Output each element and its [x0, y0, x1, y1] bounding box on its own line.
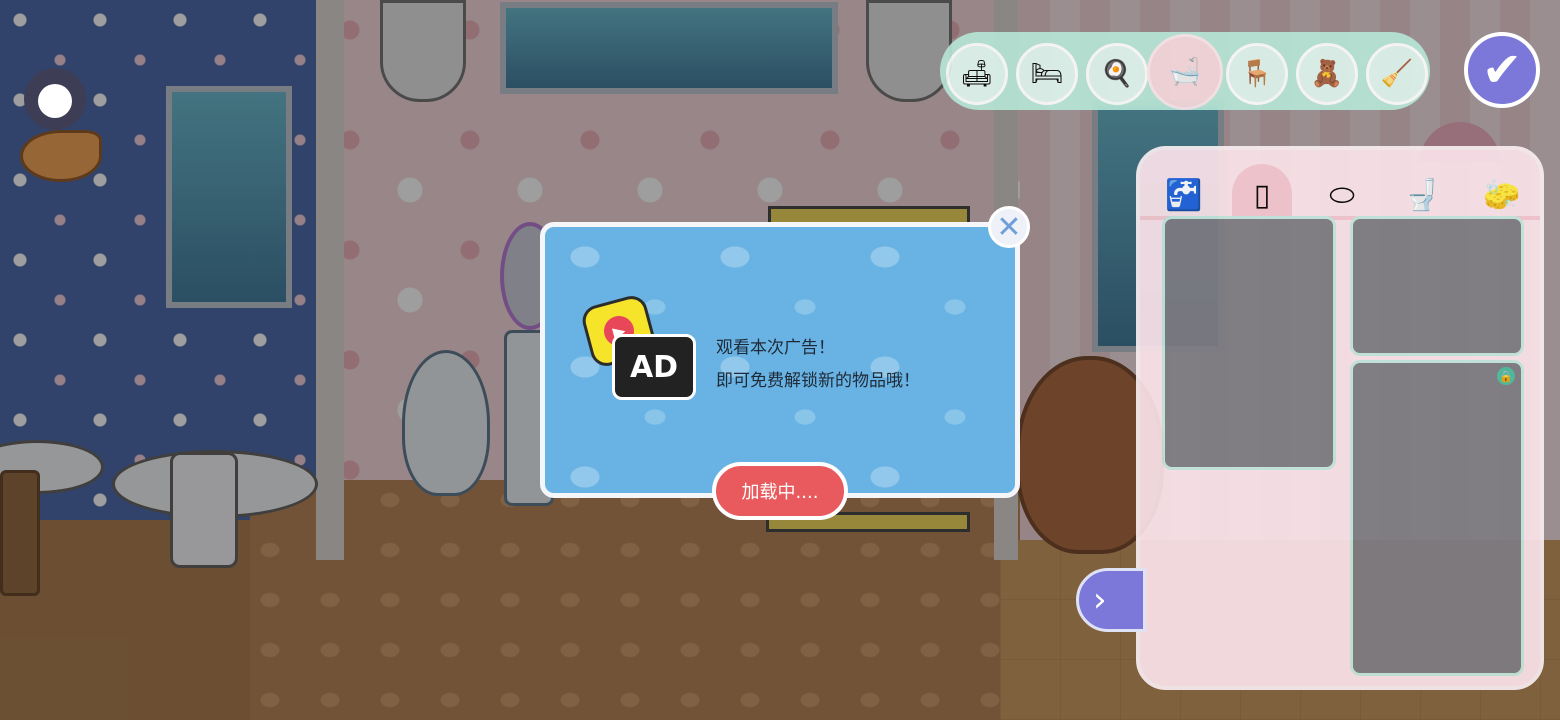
chevron-right-icon: ›: [1093, 580, 1107, 620]
bathtub-icon: 🛁: [1168, 57, 1202, 87]
item-card-bunny-glass-door[interactable]: [1162, 216, 1336, 470]
ad-badge: AD: [612, 334, 696, 400]
tools-icon: 🧹: [1380, 59, 1414, 89]
close-button[interactable]: ✕: [988, 206, 1030, 248]
decor-icon: 🧸: [1310, 59, 1344, 89]
item-card-pink-shower[interactable]: 🔒: [1350, 360, 1524, 676]
next-page-button[interactable]: ›: [1076, 568, 1146, 632]
category-bed-button[interactable]: 🛏: [1016, 43, 1078, 105]
bed-icon: 🛏: [1030, 59, 1064, 89]
category-decor-button[interactable]: 🧸: [1296, 43, 1358, 105]
category-kitchen-button[interactable]: 🍳: [1086, 43, 1148, 105]
confirm-button[interactable]: ✔: [1464, 32, 1540, 108]
soap-icon: 🧽: [1483, 177, 1521, 213]
mirror-icon: ⬭: [1329, 177, 1355, 213]
ad-message-line1: 观看本次广告！: [716, 338, 835, 358]
joystick-knob[interactable]: [38, 84, 72, 118]
category-toolbar: 🛋 🛏 🍳 🛁 🪑 🧸 🧹: [940, 32, 1430, 110]
sink-icon: 🚰: [1165, 177, 1203, 213]
sofa-icon: 🛋: [960, 59, 994, 89]
ad-message-line2: 即可免费解锁新的物品哦！: [716, 371, 920, 391]
item-panel: 🚰 ▯ ⬭ 🚽 🧽 🔒: [1136, 146, 1544, 690]
checkmark-icon: ✔: [1481, 42, 1523, 98]
lock-icon: 🔒: [1497, 367, 1515, 385]
table-icon: 🪑: [1240, 59, 1274, 89]
category-bathroom-button[interactable]: 🛁: [1147, 34, 1223, 110]
close-icon: ✕: [996, 209, 1022, 245]
category-tools-button[interactable]: 🧹: [1366, 43, 1428, 105]
stove-icon: 🍳: [1100, 59, 1134, 89]
toilet-icon: 🚽: [1403, 177, 1441, 213]
shower-door-icon: ▯: [1253, 177, 1271, 213]
loading-button[interactable]: 加载中....: [712, 462, 848, 520]
item-card-curtain-door[interactable]: [1350, 216, 1524, 356]
category-sofa-button[interactable]: 🛋: [946, 43, 1008, 105]
category-table-button[interactable]: 🪑: [1226, 43, 1288, 105]
